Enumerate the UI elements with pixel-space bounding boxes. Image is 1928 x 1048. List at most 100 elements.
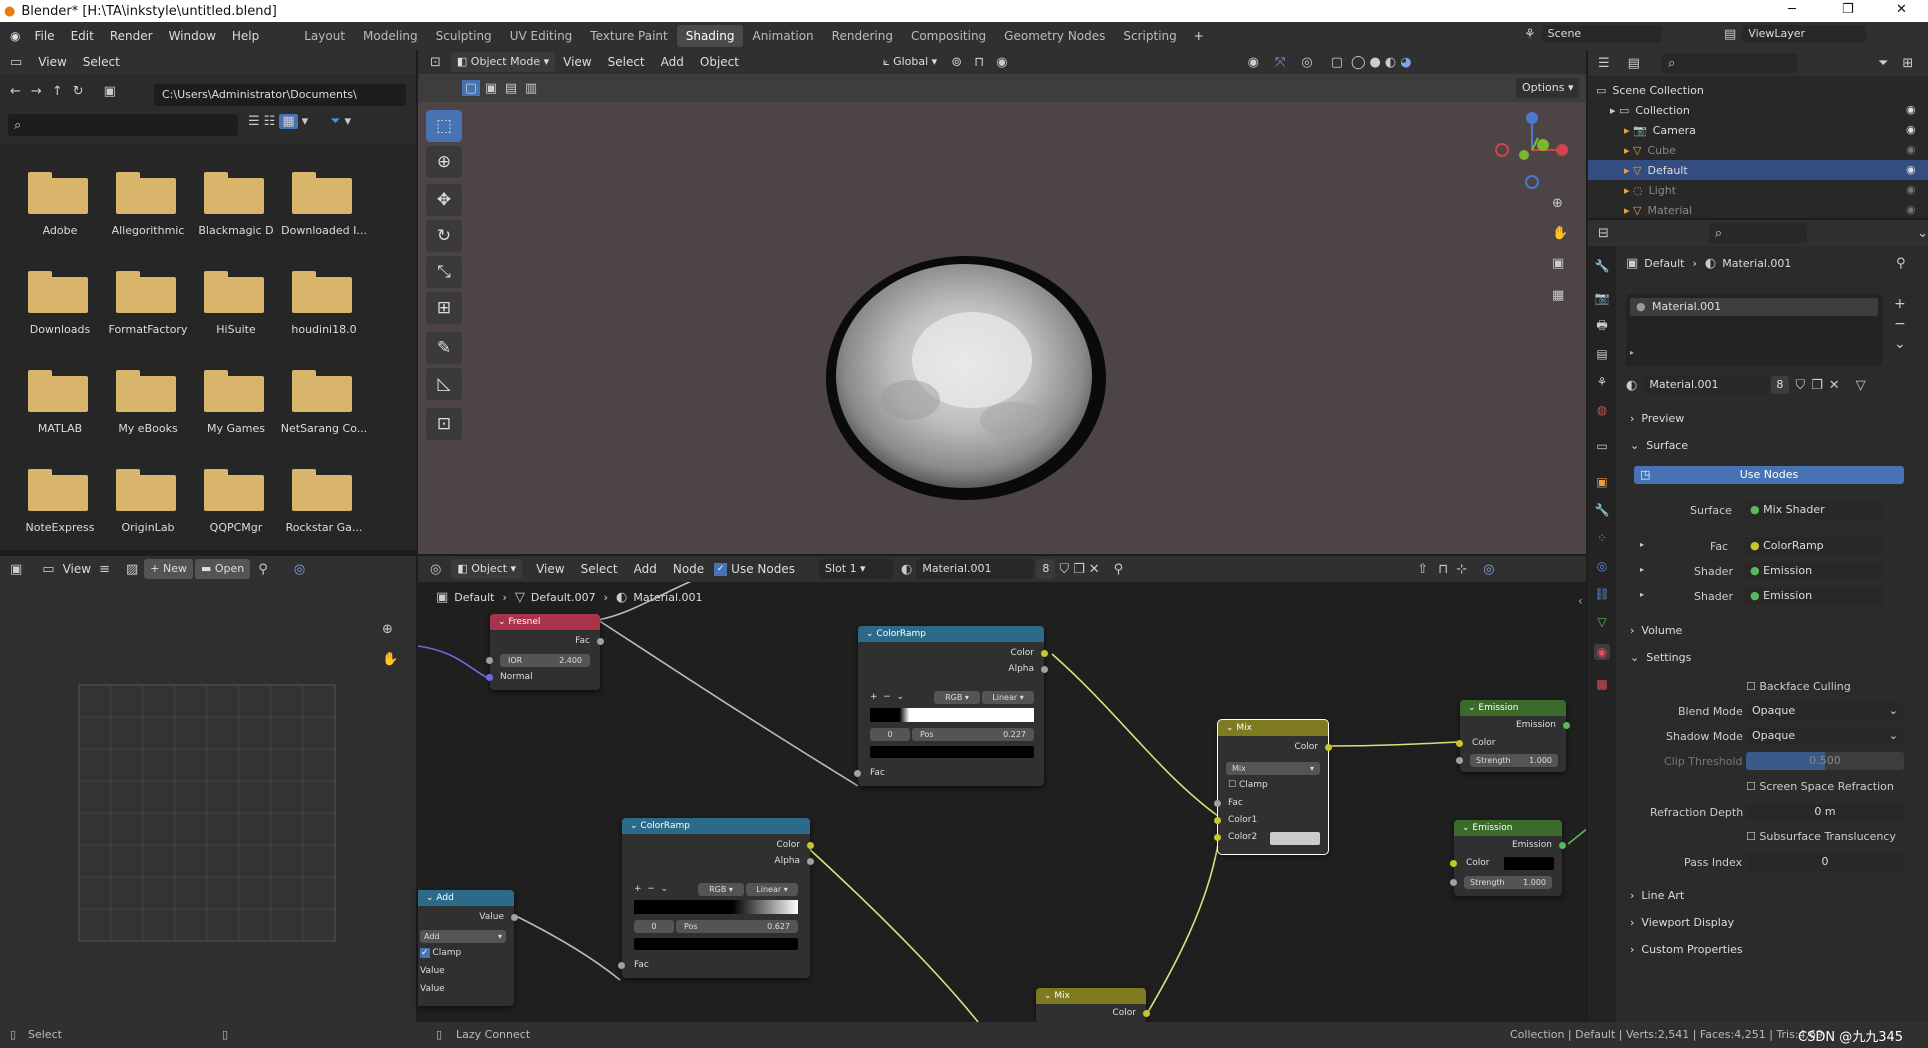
folder-item[interactable]: OriginLab xyxy=(106,465,194,555)
parent-tree-icon[interactable]: ⇧ xyxy=(1417,562,1428,577)
thumbnails-icon[interactable]: ▦ xyxy=(279,114,298,129)
filebrowser-search[interactable]: ⌕ xyxy=(8,114,238,136)
tab-rendering[interactable]: Rendering xyxy=(823,25,902,47)
tab-shading[interactable]: Shading xyxy=(676,25,744,47)
mix-color1-socket[interactable] xyxy=(1214,817,1221,824)
tab-scripting[interactable]: Scripting xyxy=(1114,25,1185,47)
scene-selector[interactable]: ⚘ Scene xyxy=(1524,25,1662,43)
node-menu-add[interactable]: Add xyxy=(626,562,665,576)
ramp2-interp[interactable]: Linear ▾ xyxy=(746,883,798,896)
ramp1-color-socket[interactable] xyxy=(1041,650,1048,657)
data-tab-icon[interactable]: ▽ xyxy=(1594,614,1610,630)
colorramp-node-2[interactable]: ⌄ ColorRamp Color Alpha + − ⌄ RGB ▾ Line… xyxy=(618,818,814,978)
tab-compositing[interactable]: Compositing xyxy=(902,25,995,47)
navigation-gizmo[interactable] xyxy=(1490,108,1574,192)
mix-color2-socket[interactable] xyxy=(1214,834,1221,841)
shader2-field[interactable]: ● Emission xyxy=(1744,587,1884,605)
emission2-strength-socket[interactable] xyxy=(1450,879,1457,886)
viewlayer-tab-icon[interactable]: ▤ xyxy=(1594,346,1610,362)
image-editor-canvas[interactable]: ⊕ ✋ xyxy=(0,582,416,1022)
fake-user-icon[interactable]: ⛉ xyxy=(1059,562,1069,577)
path-field[interactable]: C:\Users\Administrator\Documents\ xyxy=(154,84,406,106)
xray-icon[interactable]: ▢ xyxy=(1331,55,1343,70)
lineart-panel[interactable]: › Line Art xyxy=(1630,889,1684,902)
solid-shading-icon[interactable]: ● xyxy=(1370,55,1381,70)
folder-item[interactable]: NoteExpress xyxy=(18,465,106,555)
viewport-display-panel[interactable]: › Viewport Display xyxy=(1630,916,1734,929)
collection-tab-icon[interactable]: ▭ xyxy=(1594,438,1610,454)
viewport-zoom-icon[interactable]: ⊕ xyxy=(1552,196,1563,211)
scene-tab-icon[interactable]: ⚘ xyxy=(1594,374,1610,390)
list-horizontal-icon[interactable]: ☷ xyxy=(264,114,276,129)
clip-threshold-slider[interactable]: 0.500 xyxy=(1746,752,1904,770)
rendered-shading-icon[interactable]: ◕ xyxy=(1400,55,1411,70)
tab-sculpting[interactable]: Sculpting xyxy=(427,25,501,47)
ramp1-alpha-socket[interactable] xyxy=(1041,666,1048,673)
select-mode-buttons[interactable]: ▢ ▣ ▤ ▥ xyxy=(462,80,540,96)
mix-node-2[interactable]: ⌄ Mix Color xyxy=(1036,988,1150,1024)
viewport-menu-view[interactable]: View xyxy=(555,55,599,69)
properties-pin-icon[interactable]: ⚲ xyxy=(1896,256,1906,271)
image-view-mode-icon[interactable]: ▭ xyxy=(42,562,54,577)
select-subtract-icon[interactable]: ▤ xyxy=(502,80,520,96)
snap-icon[interactable]: ⊓ xyxy=(974,55,984,70)
fresnel-ior-socket[interactable] xyxy=(486,657,493,664)
blend-mode-dropdown[interactable]: Opaque ⌄ xyxy=(1746,702,1904,720)
ramp1-fac-socket[interactable] xyxy=(854,770,861,777)
fresnel-fac-socket[interactable] xyxy=(597,638,604,645)
folder-item[interactable]: Rockstar Ga... xyxy=(282,465,370,555)
constraints-tab-icon[interactable]: ⛓ xyxy=(1594,586,1610,602)
emission-node-1[interactable]: ⌄ Emission Emission Color Strength 1.000 xyxy=(1456,700,1570,772)
viewport-type-icon[interactable]: ⊡ xyxy=(430,55,441,70)
menu-edit[interactable]: Edit xyxy=(63,29,102,43)
ramp2-gradient[interactable] xyxy=(634,900,798,914)
fresnel-node[interactable]: ⌄ Fresnel Fac IOR 2.400 Normal xyxy=(486,614,604,690)
tab-texture-paint[interactable]: Texture Paint xyxy=(581,25,676,47)
ramp1-pos[interactable]: Pos 0.227 xyxy=(912,728,1034,741)
add-clamp[interactable]: ✓ Clamp xyxy=(420,948,461,958)
visibility-icon[interactable]: ◉ xyxy=(1248,55,1259,70)
measure-icon[interactable]: ◺ xyxy=(426,368,462,400)
outliner-filter-icon[interactable]: ⏷ xyxy=(1878,56,1888,71)
forward-icon[interactable]: → xyxy=(31,84,42,99)
fresnel-normal-socket[interactable] xyxy=(486,674,493,681)
shader1-expand-icon[interactable]: ▸ xyxy=(1640,565,1644,574)
datablock-fake-user-icon[interactable]: ⛉ xyxy=(1795,378,1805,393)
node-sidebar-toggle-icon[interactable]: ‹ xyxy=(1578,594,1583,608)
open-image-button[interactable]: ▬ Open xyxy=(195,559,251,579)
viewlayer-selector[interactable]: ▤ ViewLayer xyxy=(1724,25,1867,43)
options-dropdown[interactable]: Options ▾ xyxy=(1516,78,1580,98)
folder-item[interactable]: Adobe xyxy=(18,168,106,258)
back-icon[interactable]: ← xyxy=(10,84,21,99)
emission1-strength-socket[interactable] xyxy=(1456,757,1463,764)
image-browse-icon[interactable]: ▨ xyxy=(126,562,138,577)
folder-item[interactable]: MATLAB xyxy=(18,366,106,456)
menu-help[interactable]: Help xyxy=(224,29,267,43)
minimize-button[interactable]: ─ xyxy=(1788,2,1796,17)
visibility-toggle-icon[interactable]: ◉ xyxy=(1906,123,1916,136)
material-users-count[interactable]: 8 xyxy=(1036,559,1056,579)
physics-tab-icon[interactable]: ◎ xyxy=(1594,558,1610,574)
outliner-item-light[interactable]: ▸ ◌ Light ◉ xyxy=(1588,180,1928,200)
visibility-toggle-icon[interactable]: ◉ xyxy=(1906,143,1916,156)
object-tab-icon[interactable]: ▣ xyxy=(1594,474,1610,490)
shader1-field[interactable]: ● Emission xyxy=(1744,562,1884,580)
new-image-button[interactable]: + New xyxy=(144,559,193,579)
pin-icon[interactable]: ⚲ xyxy=(258,562,268,577)
add-workspace-button[interactable]: + xyxy=(1186,29,1212,43)
scene-name[interactable]: Scene xyxy=(1541,25,1662,43)
render-tab-icon[interactable]: 📷 xyxy=(1594,290,1610,306)
visibility-toggle-icon[interactable]: ◉ xyxy=(1906,163,1916,176)
outliner-item-cube[interactable]: ▸ ▽ Cube ◉ xyxy=(1588,140,1928,160)
mix-color-socket[interactable] xyxy=(1325,744,1332,751)
visibility-toggle-icon[interactable]: ◉ xyxy=(1906,203,1916,216)
visibility-toggle-icon[interactable]: ◉ xyxy=(1906,183,1916,196)
ssr-checkbox[interactable]: ☐ Screen Space Refraction xyxy=(1746,780,1894,793)
shader2-expand-icon[interactable]: ▸ xyxy=(1640,590,1644,599)
emission1-output-socket[interactable] xyxy=(1563,722,1570,729)
ramp1-index[interactable]: 0 xyxy=(870,728,910,741)
refraction-depth-field[interactable]: 0 m xyxy=(1746,803,1904,821)
material-slot-item[interactable]: ● Material.001 xyxy=(1630,298,1878,316)
folder-item[interactable]: FormatFactory xyxy=(106,267,194,357)
outliner-item-camera[interactable]: ▸ 📷 Camera ◉ xyxy=(1588,120,1928,140)
